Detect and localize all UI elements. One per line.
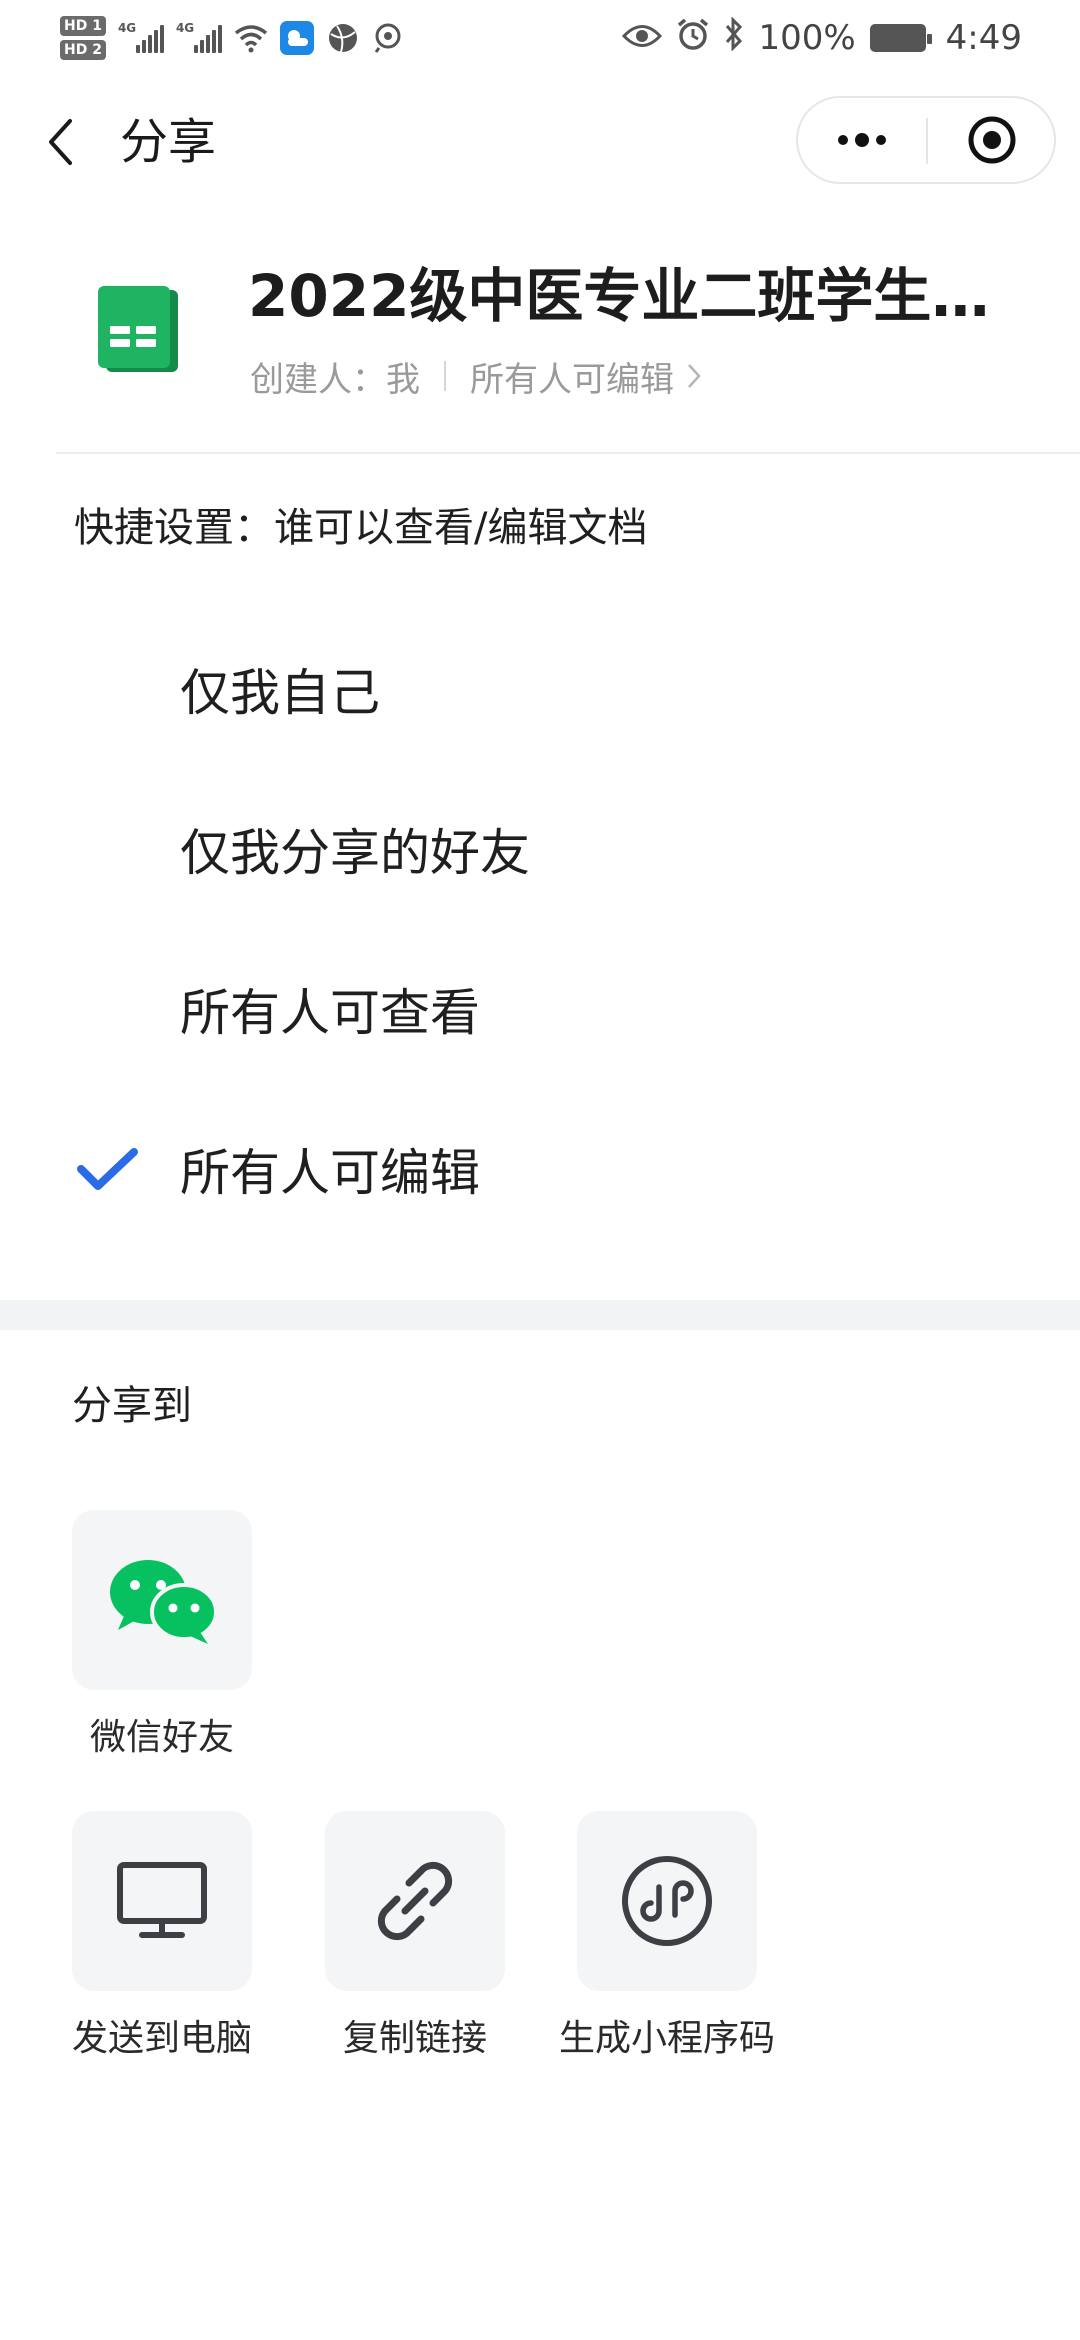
- document-title: 2022级中医专业二班学生…: [248, 262, 990, 330]
- copy-link-label: 复制链接: [342, 2018, 487, 2059]
- option-label: 仅我分享的好友: [180, 824, 530, 882]
- capsule-menu: [796, 96, 1056, 184]
- capsule-divider: [926, 118, 928, 164]
- copy-link-button[interactable]: [325, 1811, 505, 1991]
- eye-icon: [622, 18, 663, 58]
- mini-program-code-label: 生成小程序码: [558, 2018, 775, 2059]
- wifi-icon: [234, 21, 268, 55]
- document-info: 2022级中医专业二班学生… 创建人：我 所有人可编辑: [0, 240, 1080, 450]
- option-label: 仅我自己: [180, 664, 380, 722]
- link-icon: [377, 1861, 453, 1941]
- bluetooth-icon: [724, 15, 744, 60]
- chevron-left-icon: [49, 119, 72, 165]
- status-left: HD 1 HD 2 4G 4G: [60, 8, 406, 68]
- creator-label: 创建人：我: [250, 359, 420, 400]
- share-wechat-label: 微信好友: [89, 1717, 234, 1758]
- weather-app-icon: [279, 21, 314, 55]
- location-app-icon: [372, 21, 406, 55]
- mini-program-icon: [622, 1856, 712, 1946]
- back-button[interactable]: [38, 112, 82, 172]
- option-only-me[interactable]: 仅我自己: [0, 625, 1080, 755]
- battery-icon: [869, 24, 932, 52]
- option-everyone-edit[interactable]: 所有人可编辑: [0, 1105, 1080, 1235]
- mini-program-code-button[interactable]: [577, 1811, 757, 1991]
- sim1-badge: HD 1: [60, 16, 106, 36]
- send-to-pc-label: 发送到电脑: [71, 2018, 252, 2059]
- sim2-badge: HD 2: [60, 40, 106, 60]
- quick-settings-label: 快捷设置：谁可以查看/编辑文档: [74, 505, 648, 551]
- meta-divider: [444, 361, 446, 391]
- option-label: 所有人可编辑: [180, 1144, 480, 1202]
- signal-icon: 4G: [118, 21, 164, 53]
- battery-percent: 100%: [758, 18, 856, 58]
- option-everyone-view[interactable]: 所有人可查看: [0, 945, 1080, 1075]
- monitor-icon: [117, 1862, 207, 1938]
- divider: [56, 452, 1080, 454]
- ball-app-icon: [326, 21, 360, 55]
- more-button[interactable]: [798, 98, 926, 182]
- page-title: 分享: [120, 114, 217, 170]
- section-separator: [0, 1300, 1080, 1330]
- nav-header: 分享: [0, 72, 1080, 208]
- target-icon: [968, 116, 1016, 164]
- share-to-title: 分享到: [72, 1383, 192, 1429]
- spreadsheet-icon: [96, 284, 182, 378]
- wechat-icon: [110, 1560, 218, 1644]
- send-to-pc-button[interactable]: [72, 1811, 252, 1991]
- option-label: 所有人可查看: [180, 984, 480, 1042]
- document-meta[interactable]: 创建人：我 所有人可编辑: [250, 348, 702, 404]
- close-miniprogram-button[interactable]: [930, 98, 1054, 182]
- share-wechat-button[interactable]: [72, 1510, 252, 1690]
- chevron-right-icon: [686, 362, 702, 390]
- status-bar: HD 1 HD 2 4G 4G 100% 4:49: [0, 0, 1080, 72]
- permission-label: 所有人可编辑: [470, 359, 674, 400]
- status-right: 100% 4:49: [622, 10, 1022, 66]
- alarm-icon: [676, 17, 710, 60]
- clock: 4:49: [945, 18, 1022, 58]
- checkmark-icon: [77, 1148, 138, 1190]
- sim-badges: HD 1 HD 2: [60, 16, 106, 60]
- option-shared-friends[interactable]: 仅我分享的好友: [0, 785, 1080, 915]
- signal-icon-2: 4G: [176, 21, 222, 53]
